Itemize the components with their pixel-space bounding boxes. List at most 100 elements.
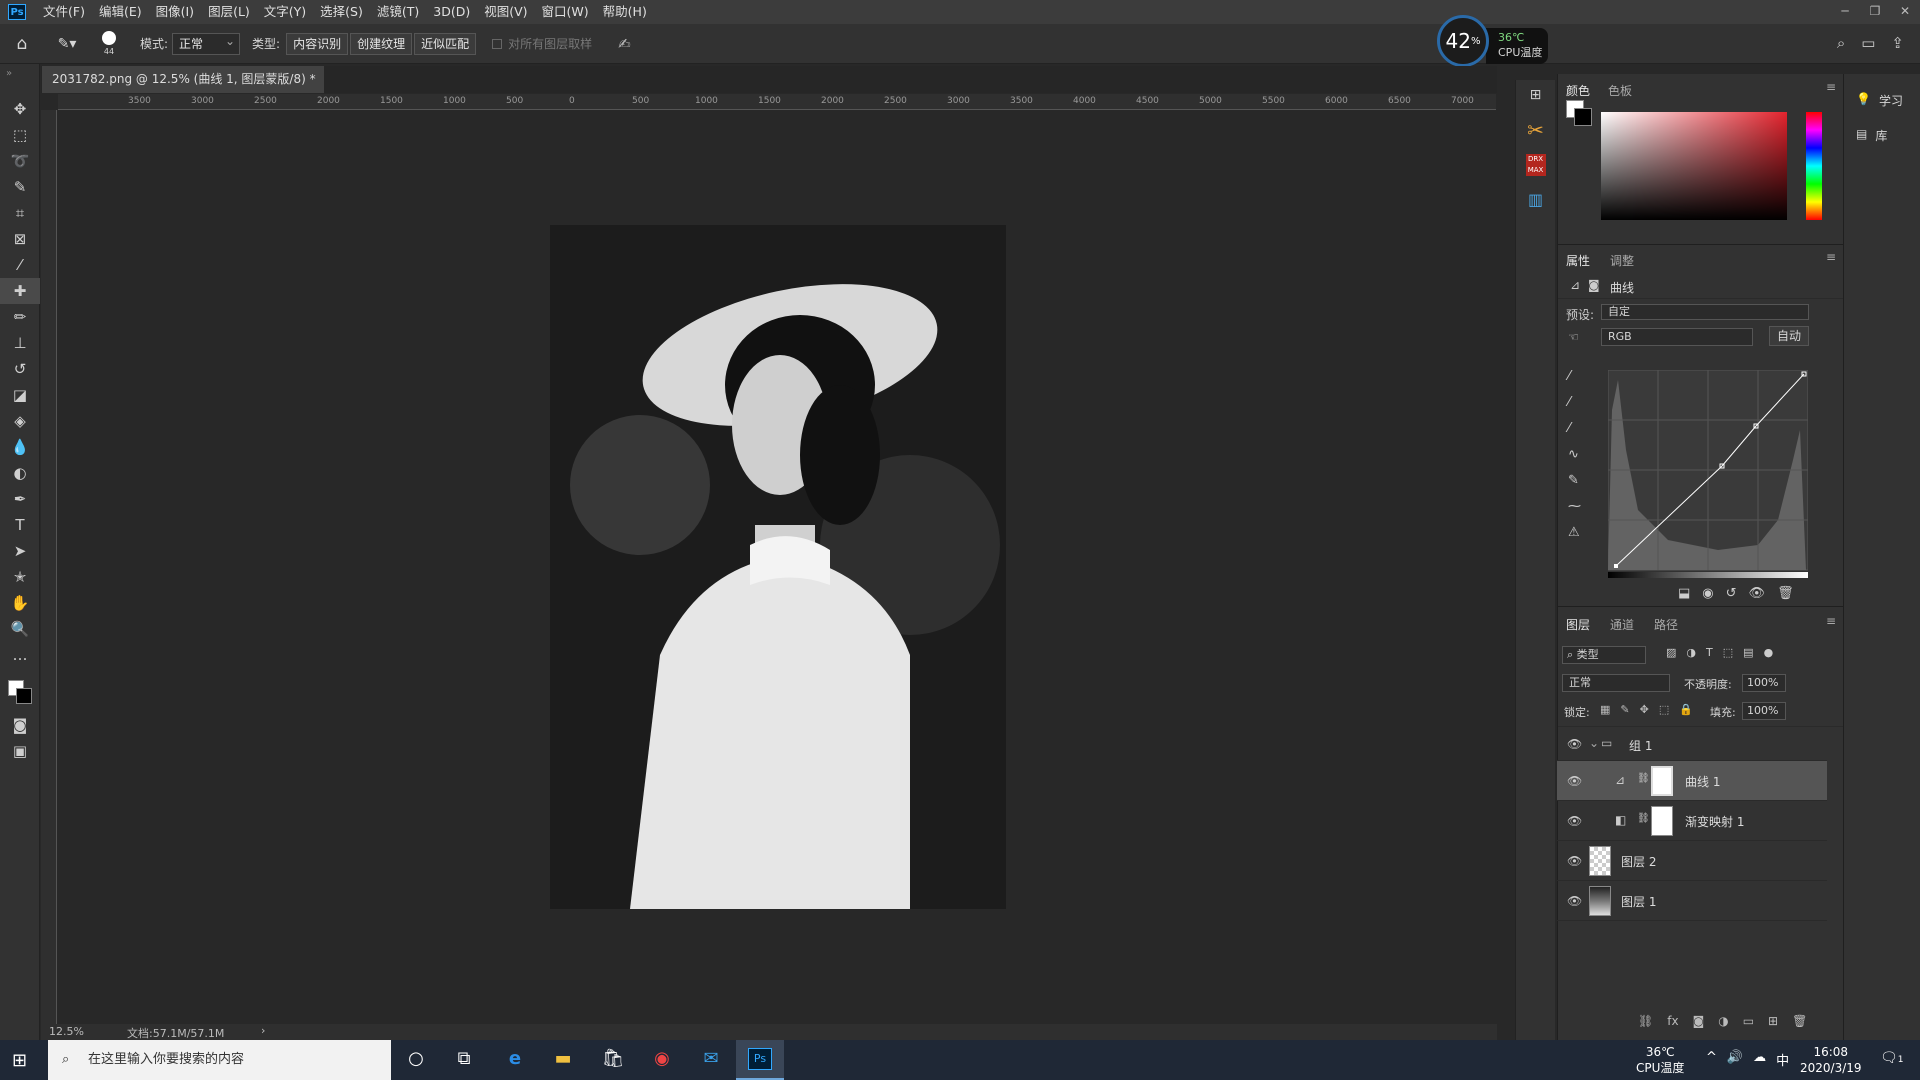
history-brush-tool-icon[interactable]: ↺ (0, 356, 40, 382)
tray-expand-icon[interactable]: ^ (1706, 1050, 1717, 1069)
reset-icon[interactable]: ↺ (1726, 586, 1737, 601)
menu-item[interactable]: 文字(Y) (257, 0, 313, 24)
tab-adjustments[interactable]: 调整 (1610, 252, 1634, 269)
hue-slider[interactable] (1806, 112, 1822, 220)
menu-item[interactable]: 3D(D) (426, 0, 477, 24)
visibility-eye-icon[interactable]: 👁 (1567, 854, 1582, 868)
add-mask-icon[interactable]: ◙ (1693, 1014, 1705, 1028)
tab-layers[interactable]: 图层 (1566, 616, 1590, 633)
layer-row-layer-1[interactable]: 👁 图层 1 (1557, 881, 1827, 921)
mask-link-icon[interactable]: ⛓ (1637, 813, 1650, 824)
layers-menu-icon[interactable]: ≡ (1826, 614, 1836, 628)
more-tools-icon[interactable]: … (0, 642, 40, 668)
brush-picker[interactable]: 44 (90, 31, 128, 56)
view-previous-icon[interactable]: ◉ (1702, 586, 1713, 601)
taskbar-clock[interactable]: 16:08 2020/3/19 (1800, 1044, 1862, 1076)
notification-icon[interactable]: 🗨1 (1880, 1050, 1904, 1066)
new-adjustment-icon[interactable]: ◑ (1718, 1014, 1728, 1028)
type-proximity-match-button[interactable]: 近似匹配 (414, 32, 477, 55)
library-button[interactable]: ▤ 库 (1844, 109, 1920, 144)
sample-all-checkbox[interactable] (492, 38, 503, 49)
status-arrow-icon[interactable]: › (261, 1024, 265, 1037)
filter-type-icon[interactable]: T (1706, 646, 1713, 659)
type-create-texture-button[interactable]: 创建纹理 (350, 32, 413, 55)
mask-link-icon[interactable]: ⛓ (1637, 773, 1650, 784)
quick-select-tool-icon[interactable]: ✎ (0, 174, 40, 200)
shape-tool-icon[interactable]: ✭ (0, 564, 40, 590)
curve-point-tool-icon[interactable]: ∿ (1568, 442, 1581, 468)
menu-item[interactable]: 编辑(E) (92, 0, 149, 24)
blend-mode-select[interactable]: 正常 (1562, 674, 1670, 692)
color-swatches[interactable] (0, 668, 39, 712)
lock-position-icon[interactable]: ✥ (1640, 703, 1649, 716)
auto-button[interactable]: 自动 (1769, 326, 1809, 346)
new-layer-icon[interactable]: ⊞ (1768, 1014, 1778, 1028)
opacity-input[interactable]: 100% (1742, 674, 1786, 692)
hand-tool-icon[interactable]: ✋ (0, 590, 40, 616)
type-tool-icon[interactable]: T (0, 512, 40, 538)
fill-input[interactable]: 100% (1742, 702, 1786, 720)
lock-artboard-icon[interactable]: ⬚ (1659, 703, 1669, 716)
cortana-icon[interactable]: ○ (403, 1048, 429, 1072)
eraser-tool-icon[interactable]: ◪ (0, 382, 40, 408)
pressure-icon[interactable]: ✍ (618, 35, 631, 53)
search-icon[interactable]: ⌕ (1837, 34, 1845, 52)
group-expand-icon[interactable]: ⌄ (1589, 736, 1599, 750)
menu-item[interactable]: 文件(F) (36, 0, 92, 24)
mask-icon[interactable]: ◙ (1588, 278, 1600, 292)
mail-icon[interactable]: ✉ (698, 1048, 724, 1072)
layer-row-gradient-map-1[interactable]: 👁 ◧ ⛓ 渐变映射 1 (1557, 801, 1827, 841)
channel-select[interactable]: RGB (1601, 328, 1753, 346)
chrome-icon[interactable]: ◉ (649, 1048, 675, 1072)
blur-tool-icon[interactable]: 💧 (0, 434, 40, 460)
eyedropper-tool-icon[interactable]: ⁄ (0, 252, 40, 278)
brush-tool-icon[interactable]: ✏ (0, 304, 40, 330)
share-icon[interactable]: ⇪ (1891, 34, 1904, 52)
smooth-curve-icon[interactable]: ⁓ (1568, 494, 1581, 520)
tab-paths[interactable]: 路径 (1654, 616, 1678, 633)
clipping-warning-icon[interactable]: ⚠ (1568, 520, 1581, 546)
preset-select[interactable]: 自定 (1601, 304, 1809, 320)
volume-icon[interactable]: 🔊 (1727, 1050, 1743, 1069)
file-explorer-icon[interactable]: ▬ (550, 1048, 576, 1072)
document-tab[interactable]: 2031782.png @ 12.5% (曲线 1, 图层蒙版/8) * × (42, 66, 324, 113)
new-group-icon[interactable]: ▭ (1743, 1014, 1754, 1028)
layer-row-curves-1[interactable]: 👁 ⊿ ⛓ 曲线 1 (1557, 761, 1827, 801)
gray-point-eyedropper-icon[interactable]: ⁄ (1568, 390, 1581, 416)
tab-swatches[interactable]: 色板 (1608, 82, 1632, 99)
black-point-eyedropper-icon[interactable]: ⁄ (1568, 364, 1581, 390)
delete-adjustment-icon[interactable]: 🗑 (1777, 586, 1794, 601)
dodge-tool-icon[interactable]: ◐ (0, 460, 40, 486)
minimize-icon[interactable]: ─ (1830, 0, 1860, 24)
type-content-aware-button[interactable]: 内容识别 (286, 32, 349, 55)
menu-item[interactable]: 视图(V) (477, 0, 534, 24)
filter-pixel-icon[interactable]: ▨ (1666, 646, 1676, 659)
layer-filter-select[interactable]: ⌕ 类型 (1562, 646, 1646, 664)
workspace-icon[interactable]: ▭ (1861, 34, 1875, 52)
filter-shape-icon[interactable]: ⬚ (1723, 646, 1733, 659)
dr-max-plugin-icon[interactable]: DRX MAX (1525, 154, 1546, 176)
delete-layer-icon[interactable]: 🗑 (1792, 1014, 1807, 1028)
clip-to-layer-icon[interactable]: ⬓ (1678, 586, 1690, 601)
task-view-icon[interactable]: ⧉ (451, 1048, 477, 1072)
curves-graph[interactable] (1608, 370, 1808, 580)
layer-style-icon[interactable]: fx (1667, 1014, 1678, 1028)
move-tool-icon[interactable]: ✥ (0, 96, 40, 122)
visibility-eye-icon[interactable]: 👁 (1567, 814, 1582, 828)
close-icon[interactable]: ✕ (1890, 0, 1920, 24)
menu-item[interactable]: 图像(I) (149, 0, 201, 24)
zoom-tool-icon[interactable]: 🔍 (0, 616, 40, 642)
mode-select[interactable]: 正常 (172, 31, 241, 55)
toolbar-collapse-icon[interactable]: » (0, 64, 39, 96)
taskbar-photoshop-button[interactable]: Ps (736, 1040, 784, 1080)
paint-bucket-tool-icon[interactable]: ◈ (0, 408, 40, 434)
path-select-tool-icon[interactable]: ➤ (0, 538, 40, 564)
ime-indicator[interactable]: 中 (1776, 1050, 1789, 1069)
status-zoom[interactable]: 12.5% (49, 1025, 84, 1038)
background-color[interactable] (16, 688, 32, 704)
frame-tool-icon[interactable]: ⊠ (0, 226, 40, 252)
tab-color[interactable]: 颜色 (1566, 82, 1590, 99)
edge-icon[interactable]: e (502, 1048, 528, 1072)
windows-start-icon[interactable]: ⊞ (12, 1050, 27, 1071)
layer-row-group-1[interactable]: 👁 ⌄ ▭ 组 1 (1557, 727, 1827, 761)
